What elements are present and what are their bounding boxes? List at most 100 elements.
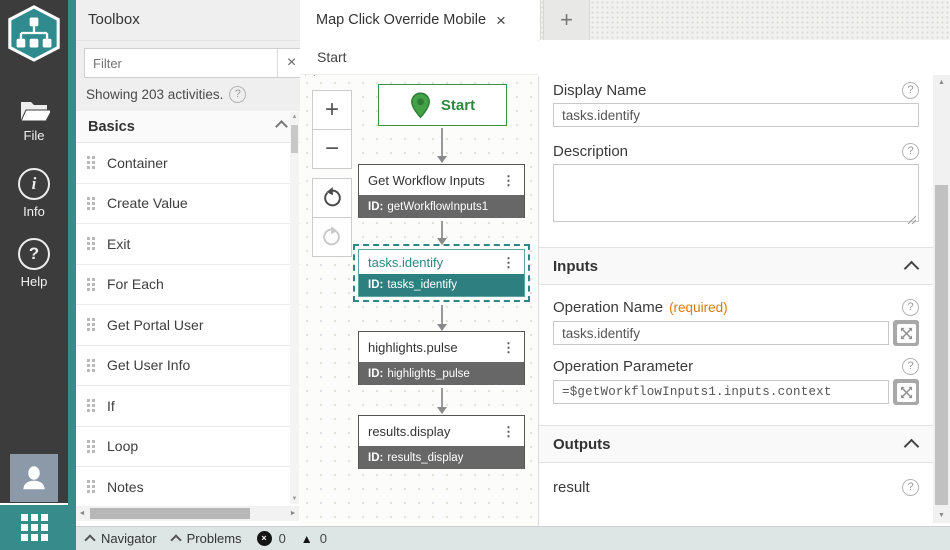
node-id-label: ID: [368,451,384,464]
expression-editor-button[interactable] [893,320,919,346]
toolbox-item-get-user-info[interactable]: Get User Info [76,345,300,386]
zoom-in-button[interactable]: + [312,90,352,130]
toolbox-item-get-portal-user[interactable]: Get Portal User [76,305,300,346]
outputs-section-header[interactable]: Outputs [539,425,933,463]
operation-name-field[interactable] [553,321,889,345]
node-highlights-pulse[interactable]: highlights.pulse ⋮ ID: highlights_pulse [358,331,525,385]
sidebar-item-label: Help [20,274,48,289]
minus-icon: − [324,135,339,162]
drag-handle-icon [87,237,95,251]
node-title: tasks.identify [368,254,444,270]
breadcrumb-start[interactable]: Start [317,49,347,65]
toolbox-section-basics[interactable]: Basics [76,111,300,143]
problems-expand-chevron[interactable] [169,534,182,546]
node-title: highlights.pulse [368,339,458,355]
toolbox-item-if[interactable]: If [76,386,300,427]
node-menu-icon[interactable]: ⋮ [502,341,515,354]
drag-handle-icon [87,480,95,494]
user-avatar[interactable] [10,454,58,502]
properties-vertical-scrollbar[interactable]: ▲ ▼ [933,75,950,523]
section-label: Basics [88,118,135,135]
tab-close-icon[interactable]: × [496,12,506,29]
toolbox-item-for-each[interactable]: For Each [76,264,300,305]
chevron-up-icon [903,438,920,454]
help-icon: ? [18,238,50,270]
node-id-value: tasks_identify [387,279,458,291]
node-get-workflow-inputs[interactable]: Get Workflow Inputs ⋮ ID: getWorkflowInpu… [358,164,525,218]
scroll-up-icon[interactable]: ▲ [290,114,299,120]
scrollbar-thumb[interactable] [291,125,298,153]
document-tab-strip: Map Click Override Mobile × + [300,0,950,41]
inputs-section-header[interactable]: Inputs [539,247,933,285]
workflow-designer-app: File i Info ? Help Toolbox × [0,0,950,550]
sidebar-item-label: File [23,128,45,143]
node-menu-icon[interactable]: ⋮ [502,425,515,438]
help-circle-icon[interactable]: ? [902,299,919,316]
statusbar-navigator[interactable]: Navigator [101,531,157,546]
toolbox-item-loop[interactable]: Loop [76,426,300,467]
scroll-right-icon[interactable]: ► [287,510,299,517]
new-tab-button[interactable]: + [543,0,590,40]
toolbox-panel: Toolbox × Showing 203 activities. ? Basi… [76,0,321,550]
redo-button[interactable] [312,217,352,257]
apps-menu-button[interactable] [0,503,68,550]
help-circle-icon[interactable]: ? [902,143,919,160]
node-id-label: ID: [368,367,384,380]
scroll-up-icon[interactable]: ▲ [933,79,950,86]
status-bar: Navigator Problems × 0 ▲ 0 [76,526,950,550]
chevron-up-icon [275,120,288,133]
description-field[interactable] [553,164,919,222]
toolbox-title: Toolbox [76,0,300,41]
operation-parameter-field[interactable] [553,380,889,404]
scroll-down-icon[interactable]: ▼ [933,512,950,519]
expression-editor-button[interactable] [893,379,919,405]
zoom-out-button[interactable]: − [312,129,352,169]
info-icon: i [18,168,50,200]
help-circle-icon[interactable]: ? [229,86,247,103]
redo-icon [323,226,340,246]
statusbar-problems[interactable]: Problems [187,531,242,546]
node-menu-icon[interactable]: ⋮ [502,256,515,269]
chevron-up-icon [903,260,920,276]
node-id-label: ID: [368,200,384,213]
scroll-left-icon[interactable]: ◄ [76,510,88,517]
help-circle-icon[interactable]: ? [902,358,919,375]
sidebar-item-label: Info [23,204,45,219]
sidebar-item-file[interactable]: File [0,98,68,143]
output-result-label: result [553,479,590,496]
toolbox-horizontal-scrollbar[interactable]: ◄ ► [76,506,299,521]
operation-name-label: Operation Name (required) [553,299,728,316]
display-name-label: Display Name [553,82,647,99]
node-id-value: getWorkflowInputs1 [387,200,489,213]
toolbox-item-notes[interactable]: Notes [76,467,300,508]
scrollbar-thumb[interactable] [935,185,948,505]
scroll-down-icon[interactable]: ▼ [290,496,299,502]
display-name-field[interactable] [553,103,919,127]
warning-count: 0 [319,531,327,546]
error-icon[interactable]: × [256,531,272,546]
scrollbar-track[interactable] [88,506,287,521]
app-sidebar: File i Info ? Help [0,0,68,550]
undo-button[interactable] [312,178,352,218]
resize-handle-icon[interactable] [907,215,916,224]
expression-icon [896,323,916,343]
warning-icon[interactable]: ▲ [301,532,313,546]
tab-map-click-override-mobile[interactable]: Map Click Override Mobile × [300,0,541,40]
toolbox-item-exit[interactable]: Exit [76,224,300,265]
toolbox-filter-input[interactable] [85,49,277,77]
workflow-canvas[interactable]: + − Start Get Workflow Inputs ⋮ ID: getW… [300,76,539,527]
navigator-expand-chevron[interactable] [84,534,96,546]
node-start[interactable]: Start [378,84,507,126]
sidebar-item-info[interactable]: i Info [0,168,68,219]
node-id-value: results_display [387,451,464,464]
help-circle-icon[interactable]: ? [902,479,919,496]
toolbox-item-container[interactable]: Container [76,143,300,184]
toolbox-item-create-value[interactable]: Create Value [76,183,300,224]
sidebar-item-help[interactable]: ? Help [0,238,68,289]
toolbox-vertical-scrollbar[interactable]: ▲ ▼ [290,112,299,504]
help-circle-icon[interactable]: ? [902,82,919,99]
scrollbar-thumb[interactable] [90,508,250,519]
node-results-display[interactable]: results.display ⋮ ID: results_display [358,415,525,469]
node-menu-icon[interactable]: ⋮ [502,174,515,187]
node-tasks-identify-selected[interactable]: tasks.identify ⋮ ID: tasks_identify [353,244,530,302]
